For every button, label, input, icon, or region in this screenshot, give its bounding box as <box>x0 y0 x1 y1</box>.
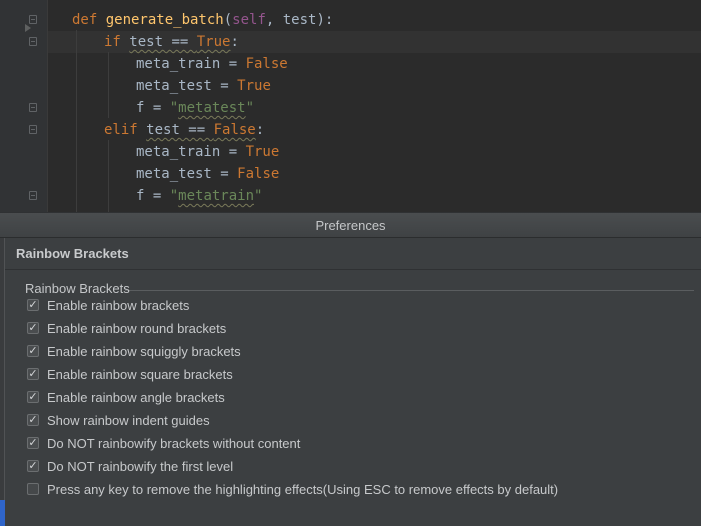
editor-gutter <box>0 0 48 212</box>
checkbox-checked[interactable]: ✓ <box>27 414 39 426</box>
code-token: meta_train = <box>136 56 246 72</box>
code-token: meta_test = <box>136 78 238 94</box>
fold-marker-icon[interactable] <box>29 103 37 112</box>
options-group: Rainbow Brackets ✓ Enable rainbow bracket… <box>18 281 694 503</box>
code-token: elif <box>104 122 147 138</box>
option-row[interactable]: ✓ Enable rainbow square brackets <box>27 365 233 383</box>
code-editor[interactable]: def generate_batch(self, test): if test =… <box>0 0 701 212</box>
option-label: Do NOT rainbowify the first level <box>47 458 234 474</box>
group-title: Rainbow Brackets <box>25 281 130 296</box>
checkbox-checked[interactable]: ✓ <box>27 368 39 380</box>
indent-guide <box>76 30 77 212</box>
code-token: self <box>232 12 266 28</box>
code-token: f = <box>136 100 170 116</box>
code-token: if <box>104 34 130 50</box>
option-row[interactable]: ✓ Show rainbow indent guides <box>27 411 210 429</box>
code-token: meta_test = <box>136 166 238 182</box>
option-label: Press any key to remove the highlighting… <box>47 481 559 497</box>
code-line: meta_test = False <box>136 163 279 185</box>
code-line: f = "metatrain" <box>136 185 262 207</box>
checkbox-checked[interactable]: ✓ <box>27 460 39 472</box>
option-row[interactable]: ✓ Enable rainbow brackets <box>27 296 189 314</box>
checkbox-checked[interactable]: ✓ <box>27 322 39 334</box>
code-token: " <box>245 100 255 116</box>
option-label: Enable rainbow brackets <box>47 297 190 313</box>
code-token: True <box>245 144 280 160</box>
code-token: test == <box>146 122 214 138</box>
checkbox-checked[interactable]: ✓ <box>27 345 39 357</box>
option-row[interactable]: ✓ Do NOT rainbowify brackets without cont… <box>27 434 300 452</box>
checkbox-checked[interactable]: ✓ <box>27 437 39 449</box>
breakpoint-arrow-icon <box>25 24 31 32</box>
option-row[interactable]: ✓ Enable rainbow angle brackets <box>27 388 225 406</box>
code-line: meta_train = False <box>136 53 288 75</box>
code-token: False <box>237 166 280 182</box>
indent-guide <box>108 52 109 118</box>
heading-divider <box>5 269 701 270</box>
indent-guide <box>108 140 109 212</box>
option-label: Do NOT rainbowify brackets without conte… <box>47 435 301 451</box>
code-token: generate_batch <box>105 12 224 28</box>
code-token: " <box>254 188 263 204</box>
fold-marker-icon[interactable] <box>29 15 37 24</box>
code-token: f = <box>136 188 170 204</box>
checkbox-checked[interactable]: ✓ <box>27 299 39 311</box>
code-line: meta_test = True <box>136 75 271 97</box>
window-title-bar: Preferences <box>0 212 701 238</box>
code-token: metatrain <box>178 188 255 204</box>
settings-panel: Rainbow Brackets Rainbow Brackets ✓ Enabl… <box>5 238 701 526</box>
code-token: True <box>196 34 231 50</box>
group-divider <box>125 290 694 291</box>
code-line: def generate_batch(self, test): <box>72 9 333 31</box>
code-token: : <box>255 122 265 138</box>
code-token: ( <box>223 12 233 28</box>
code-line: f = "metatest" <box>136 97 254 119</box>
window-title: Preferences <box>315 218 386 233</box>
option-label: Enable rainbow round brackets <box>47 320 227 336</box>
code-token: def <box>72 12 106 28</box>
code-token: False <box>213 122 256 138</box>
option-label: Enable rainbow angle brackets <box>47 389 225 405</box>
code-token: metatest <box>178 100 246 116</box>
code-token: " <box>169 188 179 204</box>
option-label: Show rainbow indent guides <box>47 412 210 428</box>
code-line: if test == True: <box>104 31 239 53</box>
option-row[interactable]: ✓ Press any key to remove the highlightin… <box>27 480 558 498</box>
checkbox-unchecked[interactable]: ✓ <box>27 483 39 495</box>
code-token: False <box>245 56 288 72</box>
code-token: " <box>169 100 179 116</box>
checkbox-checked[interactable]: ✓ <box>27 391 39 403</box>
code-token: True <box>237 78 271 94</box>
fold-marker-icon[interactable] <box>29 125 37 134</box>
page-title: Rainbow Brackets <box>16 246 129 261</box>
code-line: meta_train = True <box>136 141 279 163</box>
option-row[interactable]: ✓ Enable rainbow squiggly brackets <box>27 342 241 360</box>
option-row[interactable]: ✓ Do NOT rainbowify the first level <box>27 457 233 475</box>
fold-marker-icon[interactable] <box>29 37 37 46</box>
code-token: meta_train = <box>136 144 246 160</box>
code-line: elif test == False: <box>104 119 264 141</box>
option-row[interactable]: ✓ Enable rainbow round brackets <box>27 319 226 337</box>
option-label: Enable rainbow squiggly brackets <box>47 343 241 359</box>
option-label: Enable rainbow square brackets <box>47 366 233 382</box>
code-token: : <box>230 34 239 50</box>
fold-marker-icon[interactable] <box>29 191 37 200</box>
code-token: , test): <box>265 12 334 28</box>
code-token: test == <box>129 34 197 50</box>
